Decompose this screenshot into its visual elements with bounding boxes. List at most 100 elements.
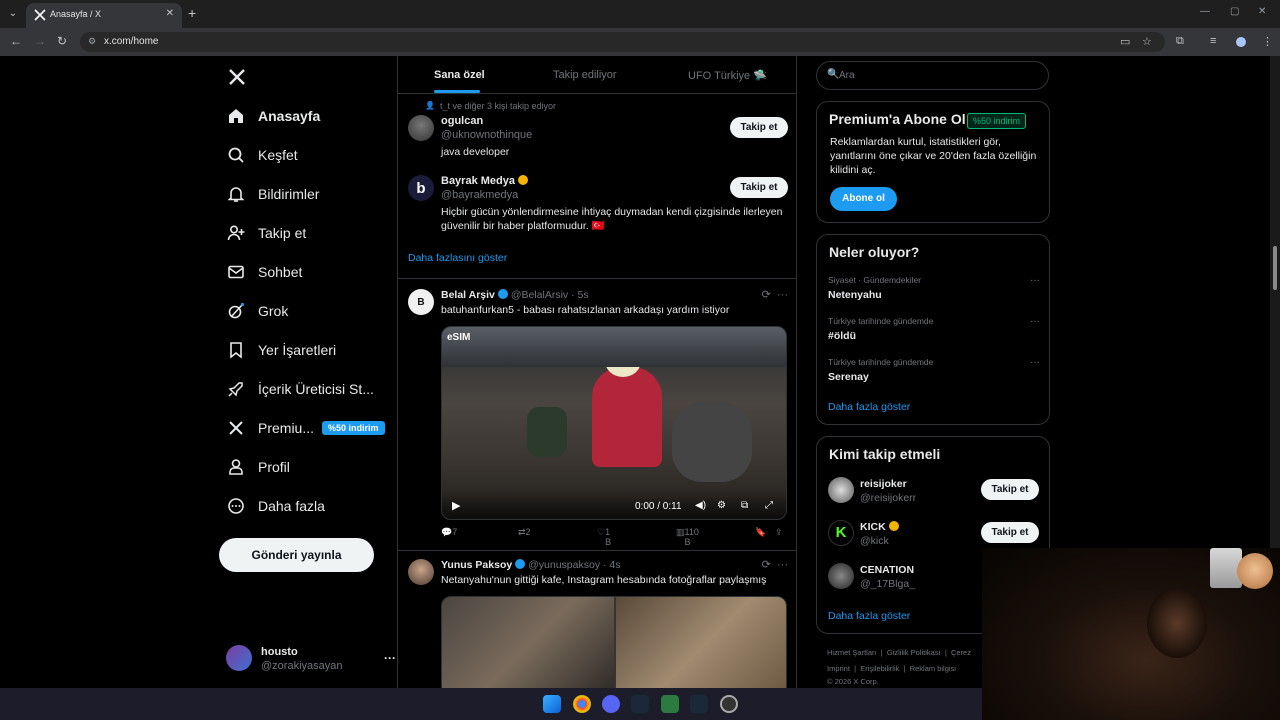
media-control-icon[interactable]: ≡ [1210,35,1216,47]
nav-item-bookmarks[interactable]: Yer İşaretleri [226,335,336,365]
video-figure [672,402,752,482]
like-button[interactable]: ♡ 1 B [597,527,611,547]
more-dots-icon[interactable]: ··· [1030,275,1040,286]
nav-item-home[interactable]: Anasayfa [226,101,320,131]
follow-button[interactable]: Takip et [981,479,1039,500]
minimize-icon[interactable]: — [1200,6,1210,17]
share-icon[interactable]: ⇪ [775,527,783,538]
obs-icon[interactable] [720,695,738,713]
profile-icon [226,457,246,477]
close-window-icon[interactable]: ✕ [1258,6,1266,17]
tab-search-button[interactable]: ⌄ [4,5,22,23]
follow-button[interactable]: Takip et [981,522,1039,543]
forward-icon[interactable]: → [34,34,46,48]
nav-item-chat[interactable]: Sohbet [226,257,302,287]
maximize-icon[interactable]: ▢ [1230,6,1239,17]
nav-item-notifications[interactable]: Bildirimler [226,179,319,209]
search-input[interactable]: 🔍 Ara [816,61,1049,90]
footer-link[interactable]: Çerez [951,648,971,657]
tweet-author: Belal Arşiv @BelalArsiv · 5s [441,289,589,301]
tab-ufo-turkiye[interactable]: UFO Türkiye 🛸 [688,69,767,82]
steam-icon[interactable] [631,695,649,713]
follow-button[interactable]: Takip et [730,117,788,138]
repost-button[interactable]: ⇄ 2 [518,527,531,538]
footer-link[interactable]: Imprint [827,664,850,673]
browser-profile-avatar[interactable] [1234,35,1248,49]
tweet-handle: @yunuspaksoy · 4s [528,559,621,571]
tweet-author-name: Yunus Paksoy [441,559,513,571]
avatar [226,645,252,671]
trend-item[interactable]: Siyaset · Gündemdekiler Netenyahu ··· [828,275,1040,301]
more-dots-icon[interactable]: ··· [384,651,396,665]
play-icon[interactable]: ▶ [452,499,460,512]
reply-button[interactable]: 💬 7 [441,527,457,538]
cast-icon[interactable]: ▭ [1120,35,1130,48]
trends-show-more[interactable]: Daha fazla göster [828,401,910,413]
address-bar[interactable]: ⚙ x.com/home [80,32,1165,52]
scrollbar-thumb[interactable] [1273,246,1277,290]
footer-link[interactable]: Erişilebilirlik [860,664,899,673]
site-info-icon[interactable]: ⚙ [88,36,96,47]
tweet-image[interactable] [441,596,787,688]
footer-link[interactable]: Reklam bilgisi [910,664,956,673]
more-dots-icon[interactable]: ··· [777,289,788,301]
subscribe-button[interactable]: Abone ol [830,187,897,211]
emote-face-icon [1237,553,1273,589]
grok-icon[interactable]: ⟳ [762,289,771,301]
grok-icon[interactable]: ⟳ [762,559,771,571]
tweet-menu: ⟳ ··· [762,288,788,301]
webcam-overlay [982,548,1280,720]
settings-icon[interactable]: ⚙ [717,500,726,511]
trend-name: Netenyahu [828,289,882,301]
bookmark-icon[interactable]: 🔖 [755,527,766,538]
premium-title: Premium'a Abone Ol [829,111,966,127]
main-feed: Sana özel Takip ediliyor UFO Türkiye 🛸 👤… [397,56,797,688]
browser-tab[interactable]: Anasayfa / X ✕ [26,3,182,28]
tweet-video[interactable]: eSIM ▶ 0:00 / 0:11 ◀) ⚙ ⧉ ⤢ [441,326,787,520]
new-tab-button[interactable]: + [188,5,196,21]
windows-start-icon[interactable] [543,695,561,713]
who-to-follow-show-more[interactable]: Daha fazla göster [828,610,910,622]
reload-icon[interactable]: ↻ [57,34,67,48]
extensions-icon[interactable]: ⧉ [1176,35,1184,48]
nav-item-more[interactable]: Daha fazla [226,491,325,521]
x-logo-icon[interactable] [228,66,246,92]
trend-item[interactable]: Türkiye tarihinde gündemde #öldü ··· [828,316,1040,342]
tab-close-icon[interactable]: ✕ [166,8,174,19]
fullscreen-icon[interactable]: ⤢ [765,500,773,511]
views-button[interactable]: ▥ 110 B [676,527,699,547]
trend-item[interactable]: Türkiye tarihinde gündemde Serenay ··· [828,357,1040,383]
tab-for-you[interactable]: Sana özel [434,69,485,81]
nav-item-grok[interactable]: Grok [226,296,288,326]
video-figure [592,367,662,467]
nav-item-profile[interactable]: Profil [226,452,290,482]
post-button[interactable]: Gönderi yayınla [219,538,374,572]
volume-icon[interactable]: ◀) [695,500,706,511]
show-more-link[interactable]: Daha fazlasını göster [408,252,507,264]
footer-link[interactable]: Hizmet Şartları [827,648,877,657]
back-icon[interactable]: ← [10,34,22,48]
account-switcher[interactable]: housto @zorakiyasayan ··· [226,643,396,675]
more-dots-icon[interactable]: ··· [777,559,788,571]
browser-menu-icon[interactable]: ⋮ [1262,35,1273,48]
steam-icon[interactable] [690,695,708,713]
pip-icon[interactable]: ⧉ [741,500,748,511]
app-icon[interactable] [661,695,679,713]
nav-item-creator-studio[interactable]: İçerik Üreticisi St... [226,374,374,404]
nav-item-follow[interactable]: Takip et [226,218,306,248]
discord-icon[interactable] [602,695,620,713]
nav-label: Keşfet [258,147,298,163]
suggestion-handle: @reisijokerr [860,492,917,504]
chrome-icon[interactable] [573,695,591,713]
tweet-menu: ⟳ ··· [762,558,788,571]
tab-following[interactable]: Takip ediliyor [553,69,617,81]
x-favicon-icon [34,9,46,21]
more-dots-icon[interactable]: ··· [1030,316,1040,327]
bookmark-star-icon[interactable]: ☆ [1142,35,1152,48]
footer-link[interactable]: Gizlilik Politikası [887,648,941,657]
nav-item-explore[interactable]: Keşfet [226,140,298,170]
suggestion-name-text: KICK [860,521,886,533]
follow-button[interactable]: Takip et [730,177,788,198]
nav-item-premium[interactable]: Premiu... %50 indirim [226,413,385,443]
more-dots-icon[interactable]: ··· [1030,357,1040,368]
